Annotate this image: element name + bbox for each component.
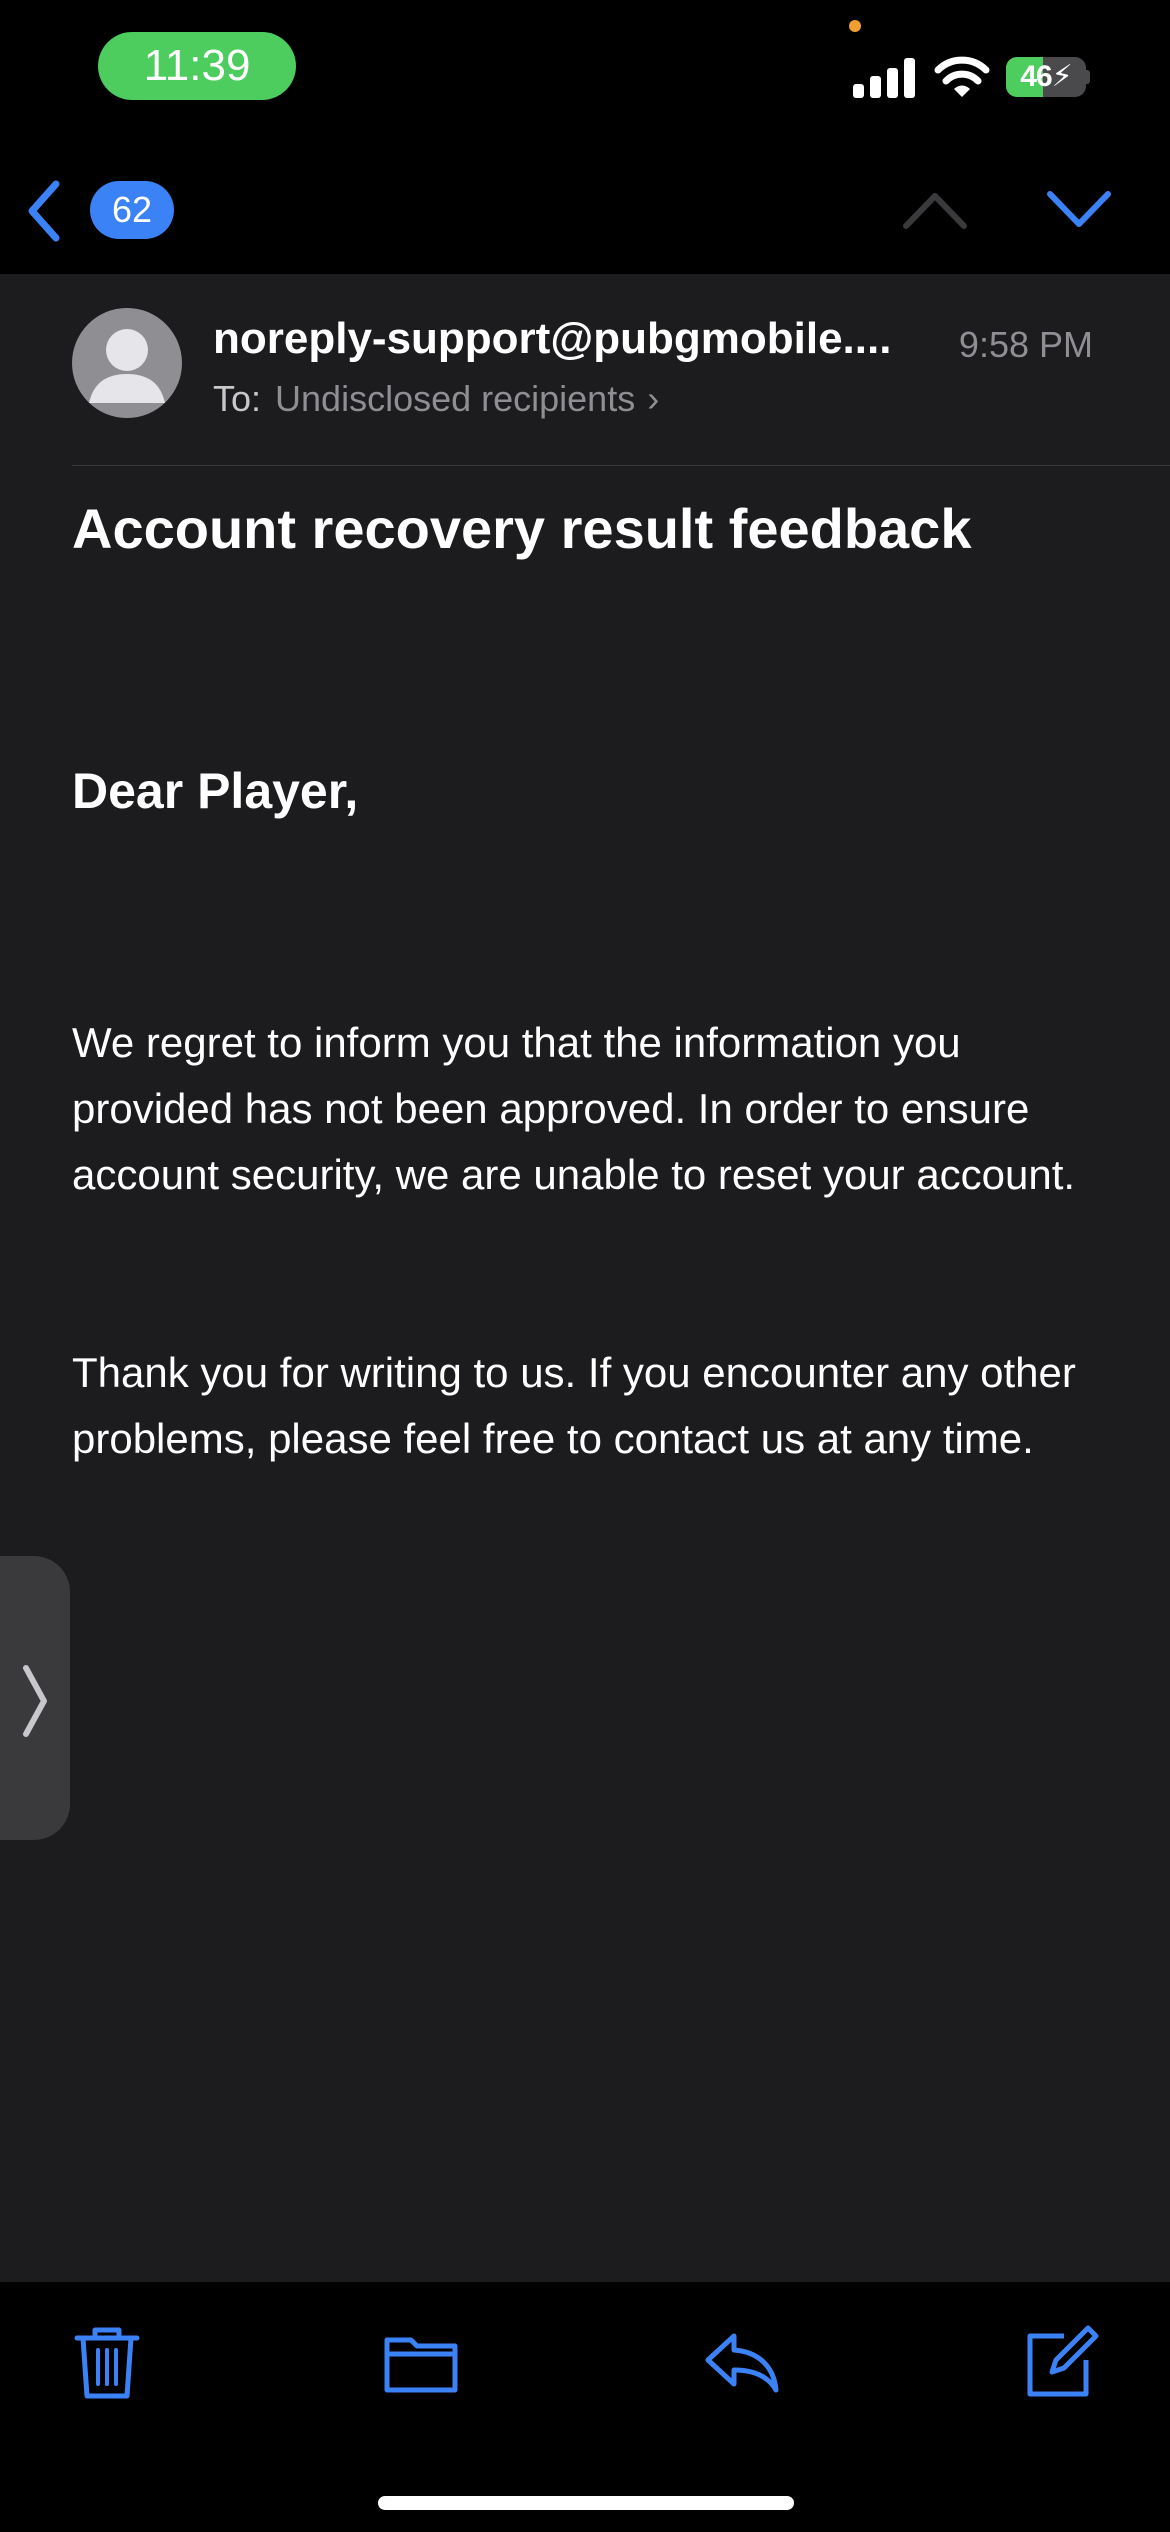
previous-message-icon[interactable]	[900, 186, 970, 232]
folder-icon[interactable]	[381, 2322, 461, 2402]
sender-address[interactable]: noreply-support@pubgmobile....	[213, 314, 933, 364]
message-nav-bar: 62	[0, 150, 1170, 274]
home-indicator[interactable]	[378, 2496, 794, 2510]
message-header: noreply-support@pubgmobile.... 9:58 PM T…	[0, 274, 1170, 466]
to-label: To:	[213, 378, 262, 419]
compose-icon[interactable]	[1020, 2322, 1100, 2402]
recipients-row[interactable]: To: Undisclosed recipients ›	[213, 378, 659, 420]
email-greeting: Dear Player,	[72, 763, 359, 819]
wifi-icon	[934, 56, 990, 97]
battery-level-text: 46⚡	[1020, 60, 1072, 93]
back-chevron-icon[interactable]	[24, 178, 64, 244]
reply-icon[interactable]	[702, 2322, 782, 2402]
person-icon	[89, 329, 165, 403]
email-paragraph: We regret to inform you that the informa…	[72, 1019, 1076, 1198]
recipients-value[interactable]: Undisclosed recipients	[275, 378, 635, 419]
email-paragraph: Thank you for writing to us. If you enco…	[72, 1349, 1076, 1462]
trash-icon[interactable]	[67, 2322, 147, 2402]
chevron-right-icon: ›	[647, 378, 660, 419]
signal-icon	[853, 58, 915, 98]
privacy-indicator-dot	[849, 20, 861, 32]
sent-time: 9:58 PM	[958, 324, 1093, 365]
next-message-icon[interactable]	[1044, 186, 1114, 232]
email-subject: Account recovery result feedback	[72, 497, 972, 560]
status-bar: 11:39 46⚡	[0, 0, 1170, 150]
battery-charging-icon: 46⚡	[1006, 57, 1090, 97]
unread-count-badge[interactable]: 62	[90, 181, 174, 239]
bottom-toolbar	[0, 2282, 1170, 2532]
chevron-right-icon	[23, 1665, 47, 1737]
side-panel-handle[interactable]	[0, 1556, 70, 1840]
sender-avatar[interactable]	[72, 308, 182, 418]
status-time[interactable]: 11:39	[98, 32, 296, 100]
header-divider	[72, 465, 1170, 466]
